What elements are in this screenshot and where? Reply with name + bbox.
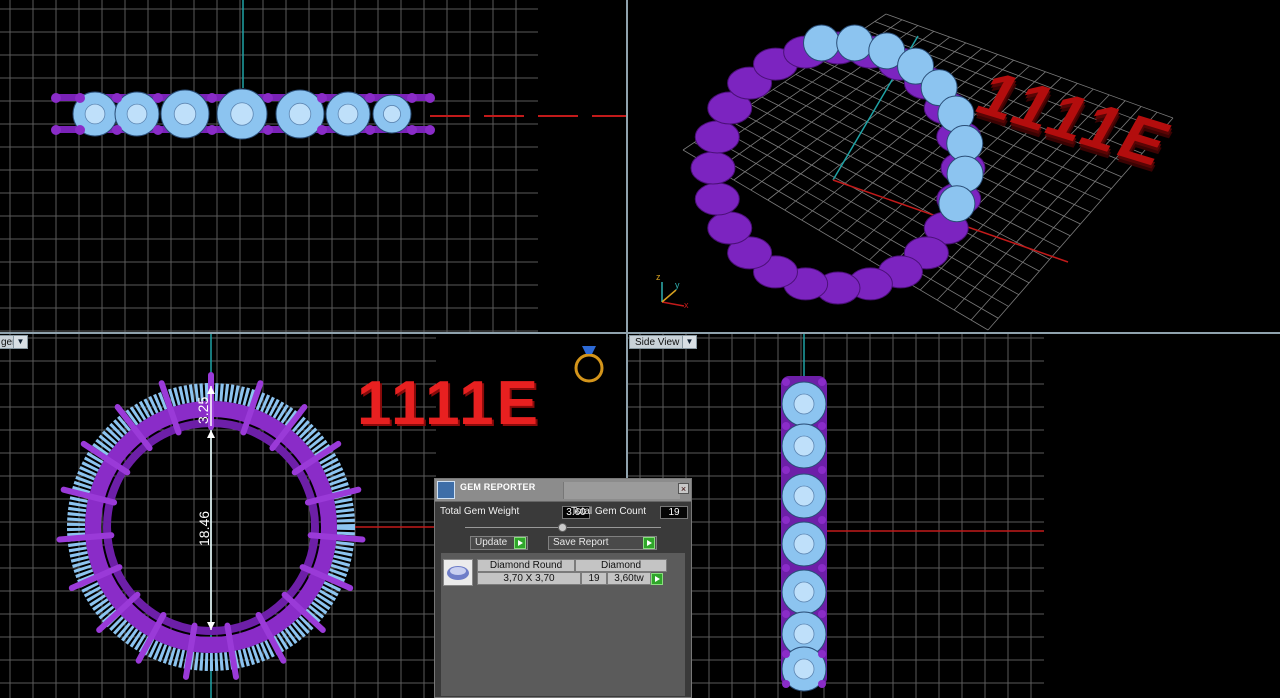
top-view-canvas: [0, 0, 626, 332]
diamond-round-icon: [443, 559, 473, 586]
ring-side: [781, 376, 827, 692]
viewport-top[interactable]: [0, 0, 626, 332]
list-item[interactable]: Diamond Round Diamond 3,70 X 3,70 19 3,6…: [441, 553, 685, 593]
front-text-label: 1111E: [357, 369, 542, 438]
total-weight-label: Total Gem Weight: [440, 506, 520, 517]
gizmo-z-label: z: [656, 272, 661, 282]
gem-material-cell: Diamond: [575, 559, 667, 572]
play-icon[interactable]: [651, 573, 663, 585]
side-view-dropdown[interactable]: Side View ▼: [629, 335, 697, 349]
titlebar-tab: [563, 482, 680, 499]
perspective-canvas: [661, 13, 1174, 331]
play-icon: [643, 537, 655, 549]
gem-reporter-title: GEM REPORTER: [460, 482, 536, 492]
gizmo-y-label: y: [675, 280, 680, 290]
update-button[interactable]: Update: [470, 536, 528, 550]
viewport-side[interactable]: Side View ▼: [628, 334, 1280, 698]
ring-size-icon: [574, 346, 604, 383]
gem-name-cell: Diamond Round: [477, 559, 575, 572]
play-icon: [514, 537, 526, 549]
gem-size-cell: 3,70 X 3,70: [477, 572, 581, 585]
total-count-value: 19: [660, 506, 688, 519]
gem-weight-cell: 3,60tw: [607, 572, 651, 585]
gem-list: Diamond Round Diamond 3,70 X 3,70 19 3,6…: [441, 553, 685, 696]
close-icon[interactable]: ×: [678, 483, 689, 494]
chevron-down-icon[interactable]: ▼: [13, 336, 27, 348]
dimension-diameter-label: 18.46: [196, 510, 212, 546]
viewport-perspective[interactable]: 1111E z y x: [628, 0, 1280, 332]
side-view-canvas: [628, 334, 1044, 698]
axis-gizmo: [661, 282, 685, 307]
total-count-label: Total Gem Count: [571, 506, 647, 517]
gem-reporter-panel: GEM REPORTER × Total Gem Weight 3.60 Tot…: [434, 478, 692, 698]
gem-reporter-titlebar[interactable]: GEM REPORTER ×: [435, 479, 691, 502]
chevron-down-icon[interactable]: ▼: [682, 336, 696, 348]
slider-handle[interactable]: [558, 523, 567, 532]
dimension-width-label: 3.25: [195, 396, 211, 424]
viewport-separator-horizontal[interactable]: [0, 332, 1280, 334]
save-report-button[interactable]: Save Report: [548, 536, 657, 550]
front-view-dropdown[interactable]: ger ▼: [0, 335, 28, 349]
gizmo-x-label: x: [684, 300, 689, 310]
ring-side-profile: [51, 88, 435, 140]
gem-count-cell: 19: [581, 572, 607, 585]
gem-reporter-icon: [437, 481, 455, 499]
